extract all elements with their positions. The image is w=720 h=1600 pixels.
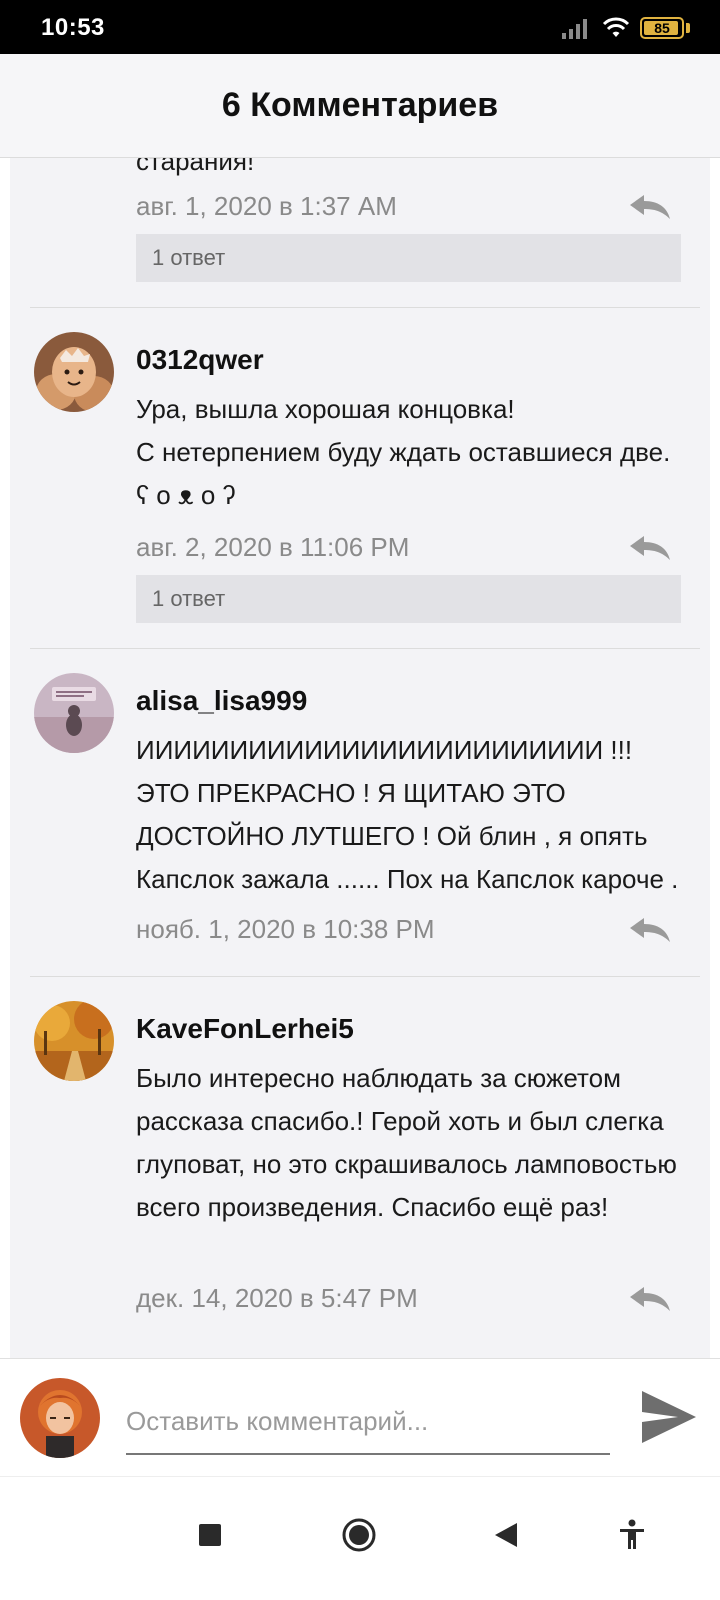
back-triangle-icon bbox=[495, 1523, 517, 1547]
battery-level: 85 bbox=[654, 20, 670, 36]
comment-input-bar bbox=[0, 1358, 720, 1476]
reply-icon[interactable] bbox=[628, 192, 672, 222]
comment-text: ИИИИИИИИИИИИИИИИИИИИИИИИИ !!! ЭТО ПРЕКРА… bbox=[136, 735, 679, 894]
comment-input[interactable] bbox=[126, 1389, 610, 1455]
reply-icon[interactable] bbox=[628, 915, 672, 945]
comment-date: дек. 14, 2020 в 5:47 PM bbox=[136, 1283, 418, 1313]
reply-icon[interactable] bbox=[628, 533, 672, 563]
comment-text: Было интересно наблюдать за сюжетом расс… bbox=[136, 1063, 677, 1222]
avatar[interactable] bbox=[34, 332, 114, 412]
comment-date: авг. 1, 2020 в 1:37 AM bbox=[136, 191, 397, 221]
accessibility-button[interactable] bbox=[612, 1515, 652, 1555]
comment-username[interactable]: alisa_lisa999 bbox=[136, 685, 307, 717]
user-avatar[interactable] bbox=[20, 1378, 100, 1458]
recents-button[interactable] bbox=[190, 1515, 230, 1555]
square-icon bbox=[199, 1524, 221, 1546]
signal-icon bbox=[562, 17, 592, 39]
comment-item: KaveFonLerhei5 Было интересно наблюдать … bbox=[10, 977, 710, 1357]
wifi-icon bbox=[602, 17, 630, 37]
comment-item: alisa_lisa999 ИИИИИИИИИИИИИИИИИИИИИИИИИ … bbox=[10, 649, 710, 976]
home-circle-icon bbox=[342, 1518, 376, 1552]
back-button[interactable] bbox=[486, 1515, 526, 1555]
comment-date: нояб. 1, 2020 в 10:38 PM bbox=[136, 914, 435, 944]
comment-item: 0312qwer Ура, вышла хорошая концовка! С … bbox=[10, 308, 710, 648]
status-icons: 85 bbox=[562, 16, 690, 40]
accessibility-icon bbox=[620, 1519, 644, 1549]
avatar[interactable] bbox=[34, 673, 114, 753]
comments-list[interactable]: старания! авг. 1, 2020 в 1:37 AM 1 ответ… bbox=[10, 158, 710, 1358]
home-button[interactable] bbox=[339, 1515, 379, 1555]
comment-item: старания! авг. 1, 2020 в 1:37 AM 1 ответ bbox=[10, 158, 710, 308]
comment-username[interactable]: KaveFonLerhei5 bbox=[136, 1013, 354, 1045]
comment-username[interactable]: 0312qwer bbox=[136, 344, 264, 376]
comment-date: авг. 2, 2020 в 11:06 PM bbox=[136, 532, 410, 562]
comment-text: Ура, вышла хорошая концовка! С нетерпени… bbox=[136, 394, 671, 510]
system-nav-bar bbox=[0, 1476, 720, 1600]
avatar[interactable] bbox=[34, 1001, 114, 1081]
battery-icon: 85 bbox=[640, 17, 684, 39]
page-title: 6 Комментариев bbox=[221, 86, 499, 124]
status-bar: 10:53 85 bbox=[0, 0, 720, 54]
status-time: 10:53 bbox=[41, 14, 105, 41]
comment-text: старания! bbox=[136, 158, 255, 176]
replies-button[interactable]: 1 ответ bbox=[136, 575, 681, 623]
comments-header: 6 Комментариев bbox=[0, 54, 720, 158]
send-icon[interactable] bbox=[640, 1389, 698, 1445]
reply-icon[interactable] bbox=[628, 1284, 672, 1314]
replies-button[interactable]: 1 ответ bbox=[136, 234, 681, 282]
